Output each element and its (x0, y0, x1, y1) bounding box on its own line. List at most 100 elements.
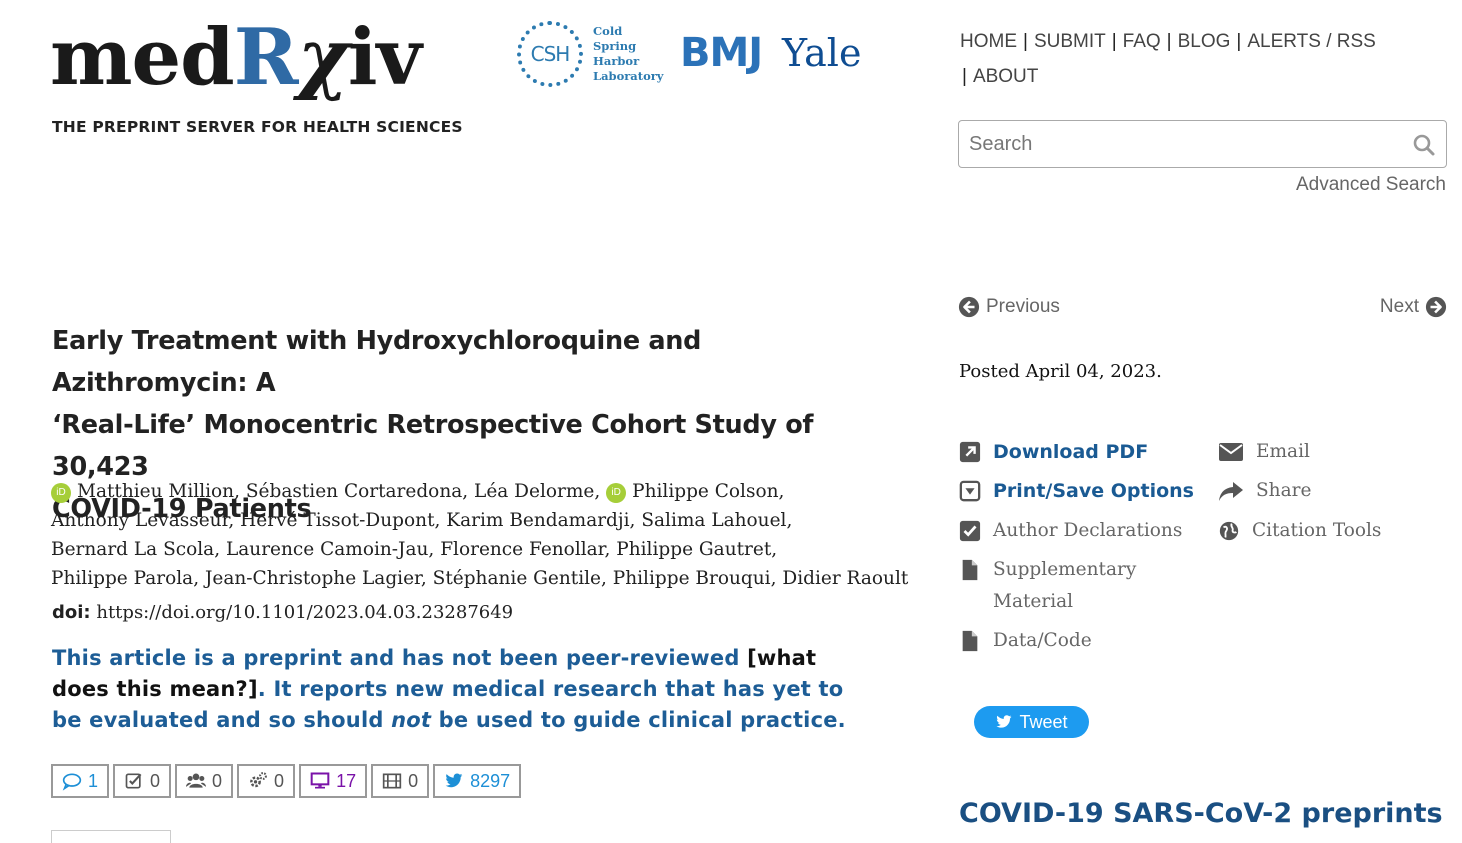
csh-line: Laboratory (593, 69, 664, 83)
tweet-button[interactable]: Tweet (974, 706, 1089, 738)
search-icon[interactable] (1412, 133, 1436, 157)
twitter-icon (445, 773, 463, 788)
external-link-icon (959, 441, 981, 463)
download-pdf-link[interactable]: Download PDF (959, 436, 1148, 468)
community-metric[interactable]: 0 (175, 764, 234, 798)
tab-box-edge (51, 830, 171, 843)
logo-chi: χ (297, 12, 349, 103)
supplementary-line: Material (993, 591, 1074, 612)
author[interactable]: Laurence Camoin-Jau, (226, 539, 434, 560)
author[interactable]: Sébastien Cortaredona, (246, 481, 468, 502)
posted-date: Posted April 04, 2023. (959, 361, 1162, 382)
nav-separator: | (1023, 31, 1028, 52)
author[interactable]: Léa Delorme, (474, 481, 600, 502)
share-link[interactable]: Share (1218, 475, 1311, 507)
supplementary-label: Supplementary Material (993, 554, 1136, 618)
advanced-search-link[interactable]: Advanced Search (1296, 174, 1446, 196)
comment-icon (62, 773, 82, 791)
title-line: Early Treatment with Hydroxychloroquine … (52, 326, 702, 398)
author-declarations-link[interactable]: Author Declarations (959, 515, 1182, 547)
csh-logo[interactable]: CSH (517, 21, 583, 87)
share-icon (1219, 482, 1243, 501)
doi-link[interactable]: https://doi.org/10.1101/2023.04.03.23287… (96, 602, 513, 623)
email-link[interactable]: Email (1218, 436, 1310, 468)
comments-count: 1 (88, 770, 99, 791)
automated-metric[interactable]: 0 (237, 764, 296, 798)
bmj-logo[interactable]: BMJ (680, 28, 763, 78)
nav-separator: | (1111, 31, 1117, 52)
title-line: ‘Real-Life’ Monocentric Retrospective Co… (52, 410, 814, 482)
nav-about[interactable]: ABOUT (973, 66, 1038, 87)
logo-tagline: THE PREPRINT SERVER FOR HEALTH SCIENCES (52, 118, 463, 136)
notice-bracket: ] (247, 677, 258, 701)
csh-line: Harbor (593, 54, 640, 68)
author[interactable]: Karim Bendamardji, (446, 510, 635, 531)
tweet-label: Tweet (1019, 711, 1068, 732)
author[interactable]: Didier Raoult (782, 568, 908, 589)
author[interactable]: Philippe Colson, (632, 481, 784, 502)
previous-link[interactable]: Previous (958, 296, 1060, 318)
data-code-label: Data/Code (993, 630, 1092, 651)
nav-alerts[interactable]: ALERTS / RSS (1247, 31, 1375, 52)
author[interactable]: Bernard La Scola, (51, 539, 220, 560)
twitter-icon (996, 715, 1012, 728)
nav-faq[interactable]: FAQ (1123, 31, 1161, 52)
nav-separator: | (962, 66, 967, 87)
author[interactable]: Jean-Christophe Lagier, (205, 568, 427, 589)
top-nav: HOME | SUBMIT | FAQ | BLOG | ALERTS / RSS | ABOUT (960, 24, 1430, 94)
author[interactable]: Anthony Levasseur, (51, 510, 234, 531)
supplementary-material-link[interactable]: Supplementary Material (959, 554, 1136, 618)
orcid-icon[interactable]: iD (606, 483, 627, 503)
data-code-link[interactable]: Data/Code (959, 625, 1092, 657)
author[interactable]: Philippe Brouqui, (613, 568, 777, 589)
author[interactable]: Florence Fenollar, (440, 539, 610, 560)
nav-separator: | (1236, 31, 1242, 52)
globe-icon (1219, 521, 1239, 541)
author[interactable]: Salima Lahouel, (641, 510, 792, 531)
comments-metric[interactable]: 1 (51, 764, 110, 798)
author[interactable]: Matthieu Million, (77, 481, 240, 502)
yale-logo[interactable]: Yale (782, 28, 861, 78)
citation-tools-label: Citation Tools (1252, 520, 1382, 541)
search-input[interactable] (967, 121, 1401, 167)
checkbox-icon (125, 773, 142, 789)
reviews-metric[interactable]: 0 (113, 764, 172, 798)
previous-label: Previous (986, 296, 1060, 317)
orcid-icon[interactable]: iD (51, 483, 71, 503)
monitor-icon (310, 772, 330, 789)
community-count: 0 (212, 770, 223, 791)
search-box (958, 120, 1447, 168)
videos-count: 0 (408, 770, 419, 791)
nav-blog[interactable]: BLOG (1178, 31, 1231, 52)
covid-preprints-heading[interactable]: COVID-19 SARS-CoV-2 preprints (959, 798, 1443, 829)
nav-submit[interactable]: SUBMIT (1034, 31, 1106, 52)
gears-icon (250, 772, 267, 788)
file-icon (962, 630, 978, 652)
author[interactable]: Hervé Tissot-Dupont, (240, 510, 440, 531)
share-label: Share (1256, 480, 1312, 501)
arrow-left-circle-icon (958, 296, 980, 318)
next-link[interactable]: Next (1380, 296, 1447, 318)
news-metric[interactable]: 17 (299, 764, 368, 798)
csh-badge-text: CSH (530, 42, 571, 66)
tweets-metric[interactable]: 8297 (433, 764, 522, 798)
tweets-count: 8297 (470, 770, 511, 791)
nav-separator: | (1166, 31, 1172, 52)
supplementary-line: Supplementary (993, 559, 1137, 580)
citation-tools-link[interactable]: Citation Tools (1218, 515, 1381, 547)
author[interactable]: Stéphanie Gentile, (433, 568, 607, 589)
author[interactable]: Philippe Gautret, (616, 539, 777, 560)
medrxiv-logo[interactable]: medRχiv (50, 8, 422, 108)
author-declarations-label: Author Declarations (993, 520, 1183, 541)
print-save-label: Print/Save Options (993, 480, 1194, 502)
preprint-notice: This article is a preprint and has not b… (52, 643, 872, 736)
nav-home[interactable]: HOME (960, 31, 1017, 52)
author-list: iD Matthieu Million, Sébastien Cortaredon… (51, 477, 911, 593)
print-save-link[interactable]: Print/Save Options (959, 475, 1194, 507)
videos-metric[interactable]: 0 (371, 764, 430, 798)
author[interactable]: Philippe Parola, (51, 568, 199, 589)
automated-count: 0 (274, 770, 285, 791)
caret-square-down-icon (959, 480, 981, 502)
notice-emphasis: not (391, 708, 432, 732)
doi: doi: https://doi.org/10.1101/2023.04.03.… (52, 602, 513, 623)
